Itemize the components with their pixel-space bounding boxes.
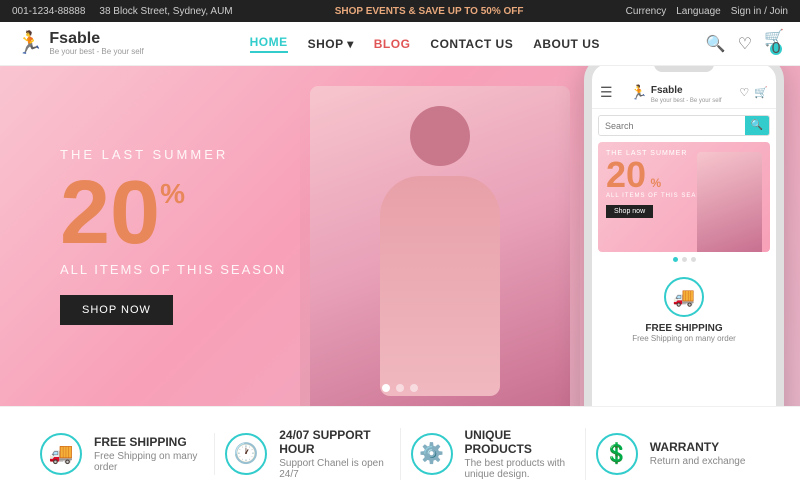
feature-warranty-title: WARRANTY (650, 440, 746, 454)
hero-percent: 20 (60, 168, 160, 258)
hero-tagline: ALL ITEMS OF THIS SEASON (60, 262, 286, 277)
main-nav: HOME SHOP ▾ BLOG CONTACT US ABOUT US (250, 35, 600, 53)
phone-hero-percent-sign: % (651, 176, 662, 190)
signin-link[interactable]: Sign in / Join (731, 6, 788, 17)
phone-feature-title: FREE SHIPPING (645, 323, 722, 334)
promo-text: SHOP EVENTS & SAVE UP TO 50% OFF (335, 6, 524, 17)
phone-search-input[interactable] (599, 116, 745, 135)
feature-products-desc: The best products with unique design. (465, 458, 575, 480)
logo-text: Fsable Be your best - Be your self (49, 30, 143, 56)
phone-logo-name: Fsable (651, 85, 683, 96)
currency-selector[interactable]: Currency (626, 6, 667, 17)
phone-logo: 🏃 Fsable Be your best - Be your self (630, 80, 721, 104)
phone-search-bar: 🔍 (598, 115, 770, 136)
hero-model-image (300, 66, 580, 406)
phone-hero-model (697, 152, 762, 252)
feature-support-icon: 🕐 (225, 433, 267, 475)
phone-header: ☰ 🏃 Fsable Be your best - Be your self ♡… (592, 76, 776, 109)
phone-feature-section: 🚚 FREE SHIPPING Free Shipping on many or… (592, 267, 776, 347)
phone-hero-banner: THE LAST SUMMER 20 % ALL ITEMS OF THIS S… (598, 142, 770, 252)
hero-subtitle: THE LAST SUMMER (60, 147, 286, 162)
top-bar-contact: 001-1234-88888 38 Block Street, Sydney, … (12, 6, 233, 17)
phone-number: 001-1234-88888 (12, 6, 85, 17)
header: 🏃 Fsable Be your best - Be your self HOM… (0, 22, 800, 66)
phone-logo-icon: 🏃 (630, 84, 647, 101)
hero-content: THE LAST SUMMER 20 % ALL ITEMS OF THIS S… (60, 147, 286, 325)
feature-warranty-text: WARRANTY Return and exchange (650, 440, 746, 467)
feature-shipping-title: FREE SHIPPING (94, 435, 204, 449)
cart-badge: 0 (770, 43, 782, 55)
hero-percent-sign: % (160, 180, 185, 208)
search-icon[interactable]: 🔍 (706, 34, 726, 54)
phone-wishlist-icon[interactable]: ♡ (739, 86, 749, 99)
phone-hero-percent: 20 (606, 154, 646, 195)
hero-discount: 20 % (60, 168, 286, 258)
features-bar: 🚚 FREE SHIPPING Free Shipping on many or… (0, 406, 800, 500)
nav-shop[interactable]: SHOP ▾ (308, 37, 354, 51)
top-bar: 001-1234-88888 38 Block Street, Sydney, … (0, 0, 800, 22)
phone-hero-cta[interactable]: Shop now (606, 205, 653, 218)
feature-shipping-desc: Free Shipping on many order (94, 451, 204, 473)
feature-support-desc: Support Chanel is open 24/7 (279, 458, 389, 480)
nav-home[interactable]: HOME (250, 35, 288, 53)
cart-icon-wrapper[interactable]: 🛒0 (764, 28, 784, 60)
logo-icon: 🏃 (16, 30, 43, 56)
address: 38 Block Street, Sydney, AUM (99, 6, 232, 17)
wishlist-icon[interactable]: ♡ (738, 34, 752, 54)
dot-2[interactable] (396, 384, 404, 392)
top-bar-actions: Currency Language Sign in / Join (626, 6, 788, 17)
nav-about[interactable]: ABOUT US (533, 37, 600, 51)
hero-model-figure (310, 86, 570, 406)
phone-menu-icon[interactable]: ☰ (600, 84, 613, 101)
phone-logo-tagline: Be your best - Be your self (651, 98, 722, 104)
phone-header-icons: ♡ 🛒 (739, 86, 768, 99)
phone-dot-3[interactable] (691, 257, 696, 262)
phone-cart-icon[interactable]: 🛒 (754, 86, 768, 99)
language-selector[interactable]: Language (676, 6, 721, 17)
feature-warranty-desc: Return and exchange (650, 456, 746, 467)
nav-blog[interactable]: BLOG (374, 37, 411, 51)
phone-shipping-icon: 🚚 (664, 277, 704, 317)
phone-mockup: ☰ 🏃 Fsable Be your best - Be your self ♡… (584, 66, 784, 406)
feature-shipping-icon: 🚚 (40, 433, 82, 475)
logo-name: Fsable (49, 30, 143, 48)
feature-products: ⚙️ UNIQUE PRODUCTS The best products wit… (401, 428, 586, 480)
logo: 🏃 Fsable Be your best - Be your self (16, 30, 144, 56)
phone-search-button[interactable]: 🔍 (745, 116, 769, 135)
feature-support-title: 24/07 SUPPORT HOUR (279, 428, 389, 456)
phone-dots (592, 257, 776, 262)
feature-shipping: 🚚 FREE SHIPPING Free Shipping on many or… (30, 433, 215, 475)
phone-dot-2[interactable] (682, 257, 687, 262)
header-icons: 🔍 ♡ 🛒0 (706, 28, 784, 60)
feature-products-icon: ⚙️ (411, 433, 453, 475)
hero-section: THE LAST SUMMER 20 % ALL ITEMS OF THIS S… (0, 66, 800, 406)
phone-logo-text: Fsable Be your best - Be your self (651, 80, 722, 104)
phone-feature-desc: Free Shipping on many order (632, 334, 736, 343)
feature-support-text: 24/07 SUPPORT HOUR Support Chanel is ope… (279, 428, 389, 480)
feature-warranty: 💲 WARRANTY Return and exchange (586, 433, 770, 475)
feature-products-text: UNIQUE PRODUCTS The best products with u… (465, 428, 575, 480)
phone-notch (654, 66, 714, 72)
hero-cta-button[interactable]: Shop now (60, 295, 173, 325)
dot-3[interactable] (410, 384, 418, 392)
phone-dot-1[interactable] (673, 257, 678, 262)
dot-1[interactable] (382, 384, 390, 392)
nav-contact[interactable]: CONTACT US (430, 37, 513, 51)
hero-dots (382, 384, 418, 392)
logo-tagline: Be your best - Be your self (49, 48, 143, 57)
feature-support: 🕐 24/07 SUPPORT HOUR Support Chanel is o… (215, 428, 400, 480)
feature-shipping-text: FREE SHIPPING Free Shipping on many orde… (94, 435, 204, 473)
feature-products-title: UNIQUE PRODUCTS (465, 428, 575, 456)
feature-warranty-icon: 💲 (596, 433, 638, 475)
